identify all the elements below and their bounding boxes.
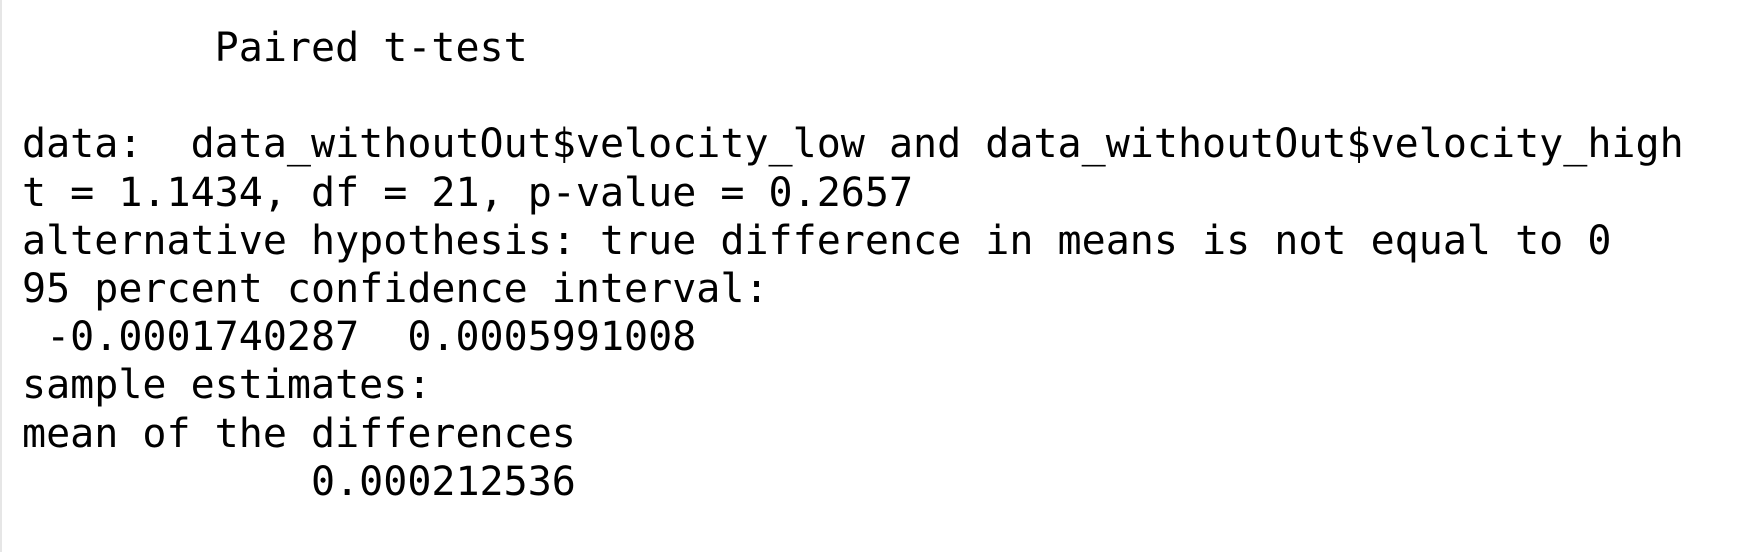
statistic-line: t = 1.1434, df = 21, p-value = 0.2657 xyxy=(22,169,914,216)
estimate-value-line: 0.000212536 xyxy=(22,458,576,505)
estimate-name-line: mean of the differences xyxy=(22,410,576,457)
console-output: Paired t-test data: data_withoutOut$veloc… xyxy=(22,24,1684,506)
console-panel: Paired t-test data: data_withoutOut$veloc… xyxy=(0,0,1747,552)
sample-estimates-label: sample estimates: xyxy=(22,362,432,409)
test-title-line: Paired t-test xyxy=(22,25,528,71)
confidence-interval-label: 95 percent confidence interval: xyxy=(22,265,769,312)
alternative-hypothesis-line: alternative hypothesis: true difference … xyxy=(22,217,1612,264)
confidence-interval-values: -0.0001740287 0.0005991008 xyxy=(22,314,697,361)
data-line: data: data_withoutOut$velocity_low and d… xyxy=(22,121,1684,168)
